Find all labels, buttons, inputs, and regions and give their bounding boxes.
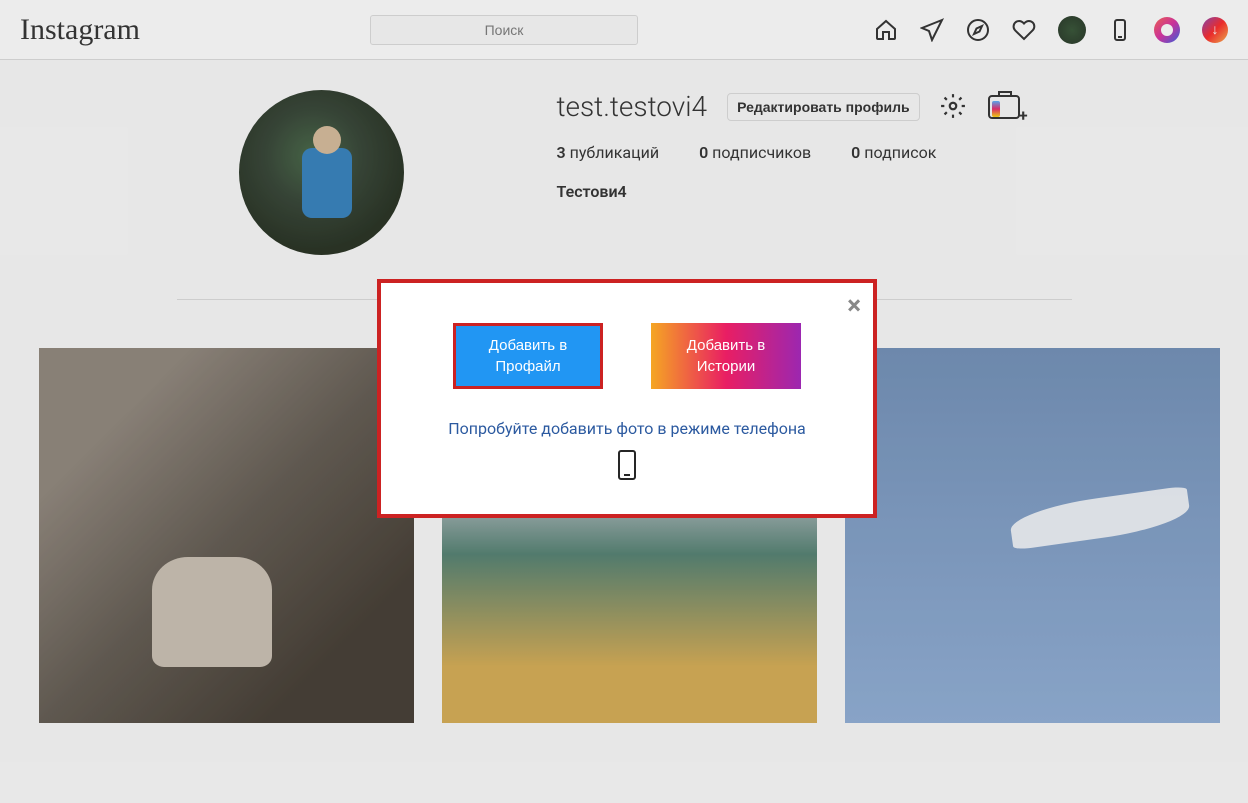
home-icon[interactable] [874, 18, 898, 42]
stat-posts[interactable]: 3 публикаций [557, 143, 660, 162]
username: test.testovi4 [557, 90, 708, 123]
nav-icons [788, 16, 1228, 44]
top-navbar: Instagram [0, 0, 1248, 60]
phone-icon[interactable] [618, 450, 636, 480]
profile-info: test.testovi4 Редактировать профиль + 3 … [557, 90, 1072, 255]
profile-picture[interactable] [239, 90, 404, 255]
explore-icon[interactable] [966, 18, 990, 42]
close-icon[interactable]: × [847, 291, 861, 321]
add-photo-modal: × Добавить в Профайл Добавить в Истории … [377, 279, 877, 518]
extension-badge-2-icon[interactable] [1202, 17, 1228, 43]
profile-stats: 3 публикаций 0 подписчиков 0 подписок [557, 143, 1072, 162]
search-area [220, 15, 788, 45]
profile-header: test.testovi4 Редактировать профиль + 3 … [177, 90, 1072, 255]
mobile-icon[interactable] [1108, 18, 1132, 42]
stat-following[interactable]: 0 подписок [851, 143, 936, 162]
profile-top-row: test.testovi4 Редактировать профиль + [557, 90, 1072, 123]
instagram-logo[interactable]: Instagram [20, 13, 140, 46]
profile-pic-wrap [177, 90, 467, 255]
add-post-camera-icon[interactable]: + [988, 93, 1022, 121]
messages-icon[interactable] [920, 18, 944, 42]
logo-area: Instagram [20, 13, 220, 47]
post-thumbnail[interactable] [845, 348, 1220, 723]
stat-followers[interactable]: 0 подписчиков [699, 143, 811, 162]
search-input[interactable] [370, 15, 638, 45]
add-to-story-button[interactable]: Добавить в Истории [651, 323, 801, 389]
profile-avatar-small[interactable] [1058, 16, 1086, 44]
extension-badge-1-icon[interactable] [1154, 17, 1180, 43]
modal-hint-text: Попробуйте добавить фото в режиме телефо… [411, 419, 843, 438]
edit-profile-button[interactable]: Редактировать профиль [727, 93, 920, 121]
add-to-profile-button[interactable]: Добавить в Профайл [453, 323, 603, 389]
post-thumbnail[interactable] [39, 348, 414, 723]
heart-icon[interactable] [1012, 18, 1036, 42]
settings-icon[interactable] [940, 93, 968, 121]
display-name: Тестови4 [557, 182, 1072, 201]
